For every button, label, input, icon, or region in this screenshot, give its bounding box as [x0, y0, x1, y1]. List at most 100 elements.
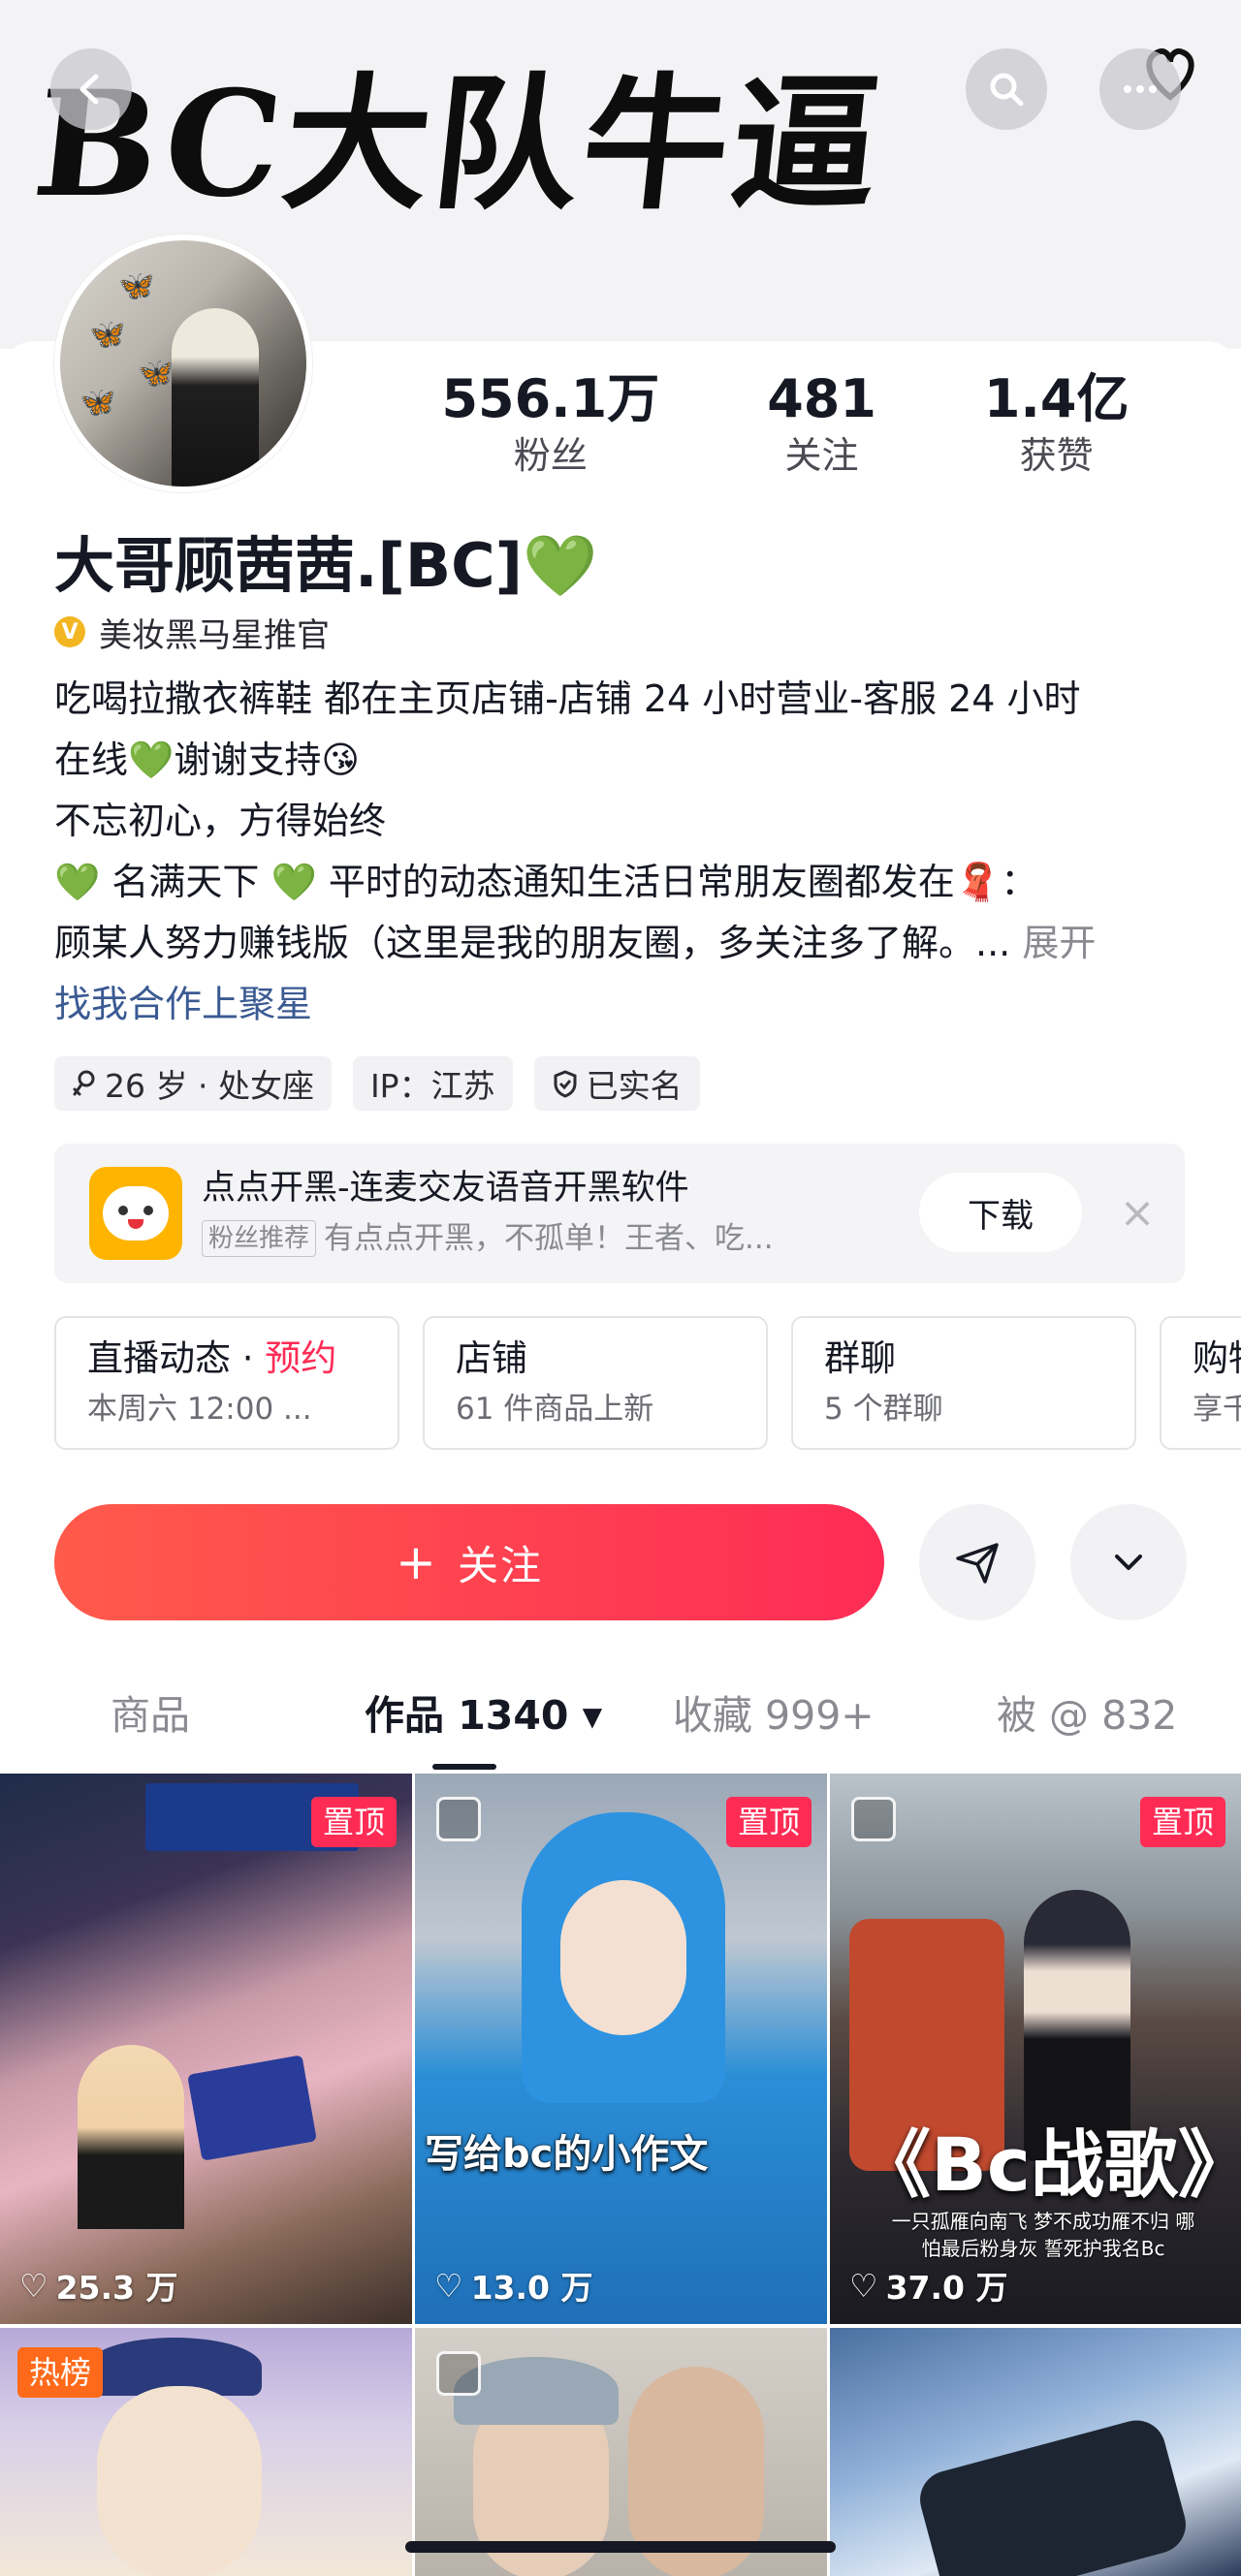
video-caption: 写给bc的小作文	[425, 2132, 709, 2177]
verification[interactable]: V 美妆黑马星推官	[54, 609, 330, 655]
search-button[interactable]	[966, 48, 1047, 130]
stat-following[interactable]: 481 关注	[767, 368, 876, 481]
stat-value: 481	[767, 368, 876, 429]
promo-card[interactable]: 点点开黑-连麦交友语音开黑软件 粉丝推荐 有点点开黑，不孤单！王者、吃... 下…	[54, 1144, 1185, 1283]
promo-subtitle: 粉丝推荐 有点点开黑，不孤单！王者、吃...	[202, 1217, 774, 1260]
bio-text: ：	[1001, 861, 1038, 903]
feature-group-chat[interactable]: 群聊 5 个群聊	[791, 1316, 1136, 1450]
content-tabs: 商品 作品 1340 ▾ 收藏 999+ 被 @ 832	[0, 1675, 1241, 1762]
tag-label: IP：江苏	[369, 1067, 495, 1105]
feature-shopping[interactable]: 购物 享千	[1160, 1316, 1241, 1450]
banner-text: BC大队牛逼	[26, 59, 891, 230]
kiss-emoji-icon: 😘	[321, 738, 360, 781]
cooperation-link[interactable]: 找我合作上聚星	[54, 974, 1189, 1035]
promo-subtitle-text: 有点点开黑，不孤单！王者、吃...	[324, 1221, 774, 1256]
tab-products[interactable]: 商品	[111, 1675, 190, 1756]
download-button[interactable]: 下载	[919, 1173, 1082, 1252]
bio-text: 在线	[54, 738, 129, 781]
tab-works[interactable]: 作品 1340 ▾	[365, 1675, 602, 1756]
photo-icon	[851, 1797, 896, 1841]
bio-line: 顾某人努力赚钱版（这里是我的朋友圈，多关注多了解。... 展开	[54, 913, 1189, 974]
video-thumbnail[interactable]: 置顶 《Bc战歌》 一只孤雁向南飞 梦不成功雁不归 哪怕最后粉身灰 誓死护我名B…	[830, 1774, 1241, 2324]
promo-badge: 粉丝推荐	[202, 1220, 317, 1257]
video-caption: 《Bc战歌》	[857, 2121, 1241, 2208]
stat-value: 1.4亿	[983, 368, 1130, 429]
follow-button[interactable]: + 关注	[54, 1504, 884, 1620]
bio-line: 不忘初心，方得始终	[54, 800, 387, 842]
video-thumbnail[interactable]: 热榜	[0, 2328, 412, 2576]
video-thumbnail[interactable]	[830, 2328, 1241, 2576]
like-count: ♡ 37.0 万	[849, 2262, 1008, 2309]
video-grid: 置顶 ♡ 25.3 万 置顶 写给bc的小作文 ♡ 13.0 万 置顶 《Bc战歌》…	[0, 1774, 1241, 2576]
like-value: 13.0 万	[470, 2269, 593, 2307]
bio-text: 名满天下	[100, 861, 271, 903]
expand-bio-link[interactable]: 展开	[1010, 922, 1096, 964]
photo-icon	[436, 1797, 481, 1841]
stat-label: 关注	[784, 434, 859, 477]
feature-title: 购物	[1193, 1337, 1241, 1379]
promo-title: 点点开黑-连麦交友语音开黑软件	[202, 1169, 689, 1208]
feature-shop[interactable]: 店铺 61 件商品上新	[423, 1316, 768, 1450]
follow-label: 关注	[457, 1541, 543, 1589]
video-thumbnail[interactable]: 置顶 ♡ 25.3 万	[0, 1774, 412, 2324]
video-thumbnail[interactable]	[415, 2328, 827, 2576]
tag-label: 26 岁 · 处女座	[105, 1067, 314, 1105]
bio-line: 💚 名满天下 💚 平时的动态通知生活日常朋友圈都发在🧣：	[54, 852, 1189, 913]
tag-age: 26 岁 · 处女座	[54, 1056, 332, 1111]
avatar[interactable]: 🦋 🦋 🦋 🦋	[54, 235, 312, 492]
butterfly-icon: 🦋	[89, 318, 126, 352]
feature-title-text: 直播动态 ·	[87, 1337, 266, 1379]
feature-sub: 本周六 12:00 ...	[87, 1392, 312, 1427]
tag-verified[interactable]: 已实名	[533, 1056, 700, 1111]
chevron-down-icon	[1115, 1555, 1142, 1570]
photo-icon	[436, 2351, 481, 2396]
message-button[interactable]	[919, 1504, 1035, 1620]
green-heart-icon: 💚	[522, 530, 598, 601]
face	[97, 2386, 262, 2576]
feature-highlight: 预约	[265, 1337, 337, 1379]
feature-sub: 享千	[1193, 1392, 1241, 1427]
female-icon	[73, 1070, 95, 1096]
tag-ip: IP：江苏	[352, 1056, 513, 1111]
laptop	[187, 2055, 317, 2161]
home-indicator	[405, 2541, 836, 2553]
stat-label: 获赞	[1019, 434, 1094, 477]
scarf-emoji-icon: 🧣	[954, 861, 1002, 903]
stat-likes[interactable]: 1.4亿 获赞	[984, 368, 1130, 481]
feature-sub: 61 件商品上新	[456, 1392, 654, 1427]
stat-label: 粉丝	[513, 434, 588, 477]
bio-line: 在线💚谢谢支持😘	[54, 730, 1189, 791]
profile-tags: 26 岁 · 处女座 IP：江苏 已实名	[54, 1056, 700, 1111]
feature-cards: 直播动态 · 预约 本周六 12:00 ... 店铺 61 件商品上新 群聊 5…	[54, 1316, 1241, 1452]
tab-favorites[interactable]: 收藏 999+	[673, 1675, 875, 1756]
bio-text: 平时的动态通知生活日常朋友圈都发在	[316, 861, 955, 903]
tab-mentions[interactable]: 被 @ 832	[997, 1675, 1177, 1756]
app-logo-icon	[89, 1167, 182, 1260]
person	[78, 2045, 184, 2229]
more-button[interactable]	[1099, 48, 1181, 130]
profile-name-text: 大哥顾茜茜.[BC]	[54, 530, 523, 601]
face	[560, 1880, 686, 2035]
stat-followers[interactable]: 556.1万 粉丝	[441, 368, 659, 481]
video-thumbnail[interactable]: 置顶 写给bc的小作文 ♡ 13.0 万	[415, 1774, 827, 2324]
profile-stats: 556.1万 粉丝 481 关注 1.4亿 获赞	[388, 368, 1183, 481]
stat-value: 556.1万	[441, 368, 660, 429]
heart-outline-icon: ♡	[849, 2266, 878, 2305]
back-button[interactable]	[50, 48, 132, 130]
bio-line: 吃喝拉撒衣裤鞋 都在主页店铺-店铺 24 小时营业-客服 24 小时	[54, 677, 1081, 720]
expand-button[interactable]	[1070, 1504, 1187, 1620]
butterfly-icon: 🦋	[138, 357, 175, 391]
feature-live[interactable]: 直播动态 · 预约 本周六 12:00 ...	[54, 1316, 399, 1450]
like-value: 25.3 万	[55, 2269, 178, 2307]
search-icon	[990, 73, 1024, 107]
close-icon[interactable]: ×	[1111, 1186, 1163, 1239]
green-heart-icon: 💚	[128, 738, 175, 781]
send-icon	[956, 1543, 999, 1584]
feature-sub: 5 个群聊	[824, 1392, 943, 1427]
tab-indicator	[432, 1764, 496, 1770]
like-value: 37.0 万	[885, 2269, 1008, 2307]
feature-title: 店铺	[456, 1337, 527, 1379]
trending-badge: 热榜	[17, 2347, 104, 2398]
green-heart-icon: 💚	[270, 861, 317, 903]
pinned-badge: 置顶	[725, 1797, 811, 1847]
